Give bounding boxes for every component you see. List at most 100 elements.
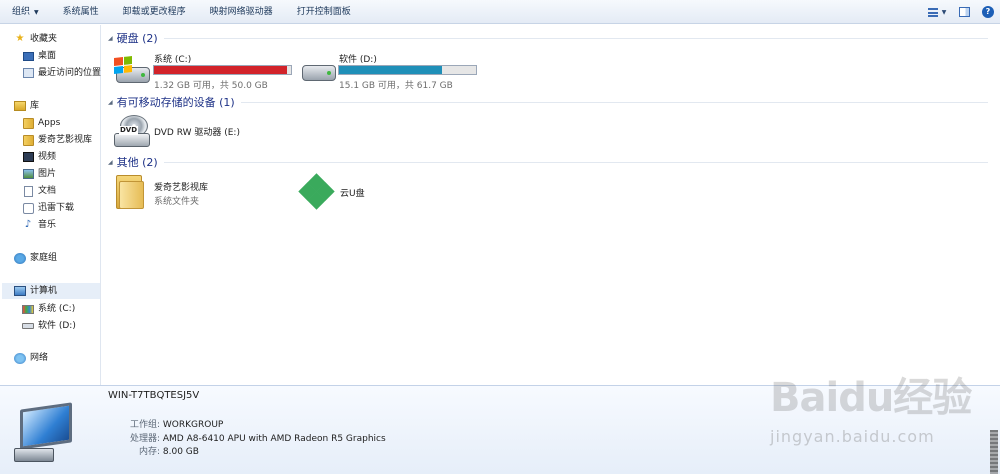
- resize-grip[interactable]: [990, 430, 998, 474]
- sidebar-item-label: 迅雷下载: [38, 203, 75, 213]
- sidebar-item-label: 爱奇艺影视库: [38, 135, 93, 145]
- sidebar-item-drive-d[interactable]: 软件 (D:): [22, 318, 76, 334]
- detail-value: WORKGROUP: [162, 420, 224, 430]
- drive-free-space: 1.32 GB 可用，共 50.0 GB: [154, 81, 268, 91]
- collapse-triangle-icon: ◢: [108, 158, 113, 166]
- dvd-drive-item[interactable]: DVD DVD RW 驱动器 (E:): [114, 115, 294, 151]
- command-bar: 组织 ▼ 系统属性 卸载或更改程序 映射网络驱动器 打开控制面板 ▼ ?: [0, 0, 1000, 24]
- system-properties-button[interactable]: 系统属性: [51, 0, 111, 24]
- recent-places-icon: [22, 67, 34, 79]
- help-button[interactable]: ?: [976, 0, 1000, 24]
- toolbar-right-group: ▼ ?: [922, 0, 1000, 24]
- sidebar-item-documents[interactable]: 文档: [22, 183, 56, 199]
- drive-name: 系统 (C:): [154, 55, 192, 65]
- content-area: ◢ 硬盘 (2) 系统 (C:) 1.32 GB 可用，共 50.0 GB 软件…: [102, 25, 1000, 385]
- detail-key: 处理器:: [129, 434, 160, 444]
- sidebar-network[interactable]: 网络: [14, 350, 48, 366]
- device-name: DVD RW 驱动器 (E:): [154, 128, 240, 138]
- folder-icon: [116, 175, 144, 209]
- sidebar-item-label: 收藏夹: [30, 34, 58, 44]
- detail-row-processor: 处理器: AMD A8-6410 APU with AMD Radeon R5 …: [108, 431, 386, 444]
- collapse-triangle-icon: ◢: [108, 98, 113, 106]
- collapse-triangle-icon: ◢: [108, 34, 113, 42]
- sidebar-item-apps[interactable]: Apps: [22, 115, 60, 131]
- detail-key: 工作组:: [129, 420, 160, 430]
- sidebar-item-label: 库: [30, 101, 40, 111]
- sidebar-item-label: 视频: [38, 152, 57, 162]
- sidebar-item-videos[interactable]: 视频: [22, 149, 56, 165]
- yun-udisk-item[interactable]: 云U盘: [298, 173, 420, 211]
- details-pane: WIN-T7TBQTESJ5V 工作组: WORKGROUP 处理器: AMD …: [0, 385, 1000, 474]
- detail-row-memory: 内存: 8.00 GB: [108, 444, 199, 457]
- drive-usage-fill: [154, 66, 288, 74]
- group-title: 有可移动存储的设备 (1): [116, 96, 235, 109]
- document-icon: [22, 185, 34, 197]
- sidebar-computer[interactable]: 计算机: [2, 283, 100, 299]
- view-options-icon: [927, 7, 938, 17]
- navigation-pane: ★ 收藏夹 桌面 最近访问的位置 库 Apps 爱奇艺影视库 视频 图片 文档 迅…: [0, 25, 101, 385]
- folder-icon: [22, 134, 34, 146]
- sidebar-item-label: 桌面: [38, 51, 57, 61]
- uninstall-program-button[interactable]: 卸载或更改程序: [111, 0, 198, 24]
- item-name: 云U盘: [340, 189, 365, 199]
- group-header-removable-storage[interactable]: ◢ 有可移动存储的设备 (1): [108, 95, 988, 109]
- detail-row-workgroup: 工作组: WORKGROUP: [108, 417, 223, 430]
- group-title: 其他 (2): [116, 156, 158, 169]
- windows-logo-icon: [114, 56, 132, 74]
- sidebar-item-drive-c[interactable]: 系统 (C:): [22, 301, 75, 317]
- sidebar-item-label: 网络: [30, 353, 49, 363]
- sidebar-item-label: 文档: [38, 186, 57, 196]
- group-header-other[interactable]: ◢ 其他 (2): [108, 155, 988, 169]
- homegroup-icon: [14, 252, 26, 264]
- organize-label: 组织: [12, 6, 31, 17]
- sidebar-item-recent-places[interactable]: 最近访问的位置: [22, 65, 101, 81]
- system-drive-icon: [22, 303, 34, 315]
- sidebar-item-label: 系统 (C:): [38, 304, 76, 314]
- group-divider: [240, 101, 988, 103]
- drive-usage-bar: [338, 65, 477, 75]
- sidebar-item-label: 图片: [38, 169, 57, 179]
- hard-drive-icon: [302, 65, 336, 81]
- computer-monitor-icon: [14, 402, 74, 464]
- sidebar-item-thunder-downloads[interactable]: 迅雷下载: [22, 200, 74, 216]
- sidebar-homegroup[interactable]: 家庭组: [14, 250, 57, 266]
- preview-pane-icon: [958, 7, 970, 17]
- sidebar-item-label: Apps: [38, 118, 61, 128]
- detail-key: 内存:: [138, 447, 160, 457]
- organize-menu[interactable]: 组织 ▼: [0, 0, 51, 24]
- drive-name: 软件 (D:): [339, 55, 377, 65]
- sidebar-favorites[interactable]: ★ 收藏夹: [14, 31, 58, 47]
- sidebar-item-desktop[interactable]: 桌面: [22, 48, 56, 64]
- sidebar-item-music[interactable]: ♪ 音乐: [22, 217, 56, 233]
- music-icon: ♪: [24, 219, 32, 230]
- sidebar-item-label: 软件 (D:): [38, 321, 76, 331]
- view-options-button[interactable]: ▼: [922, 0, 952, 24]
- library-icon: [14, 100, 26, 112]
- preview-pane-button[interactable]: [952, 0, 976, 24]
- chevron-down-icon: ▼: [34, 8, 39, 16]
- group-divider: [163, 161, 988, 163]
- drive-usage-bar: [153, 65, 292, 75]
- folder-icon: [22, 117, 34, 129]
- iqiyi-library-item[interactable]: 爱奇艺影视库 系统文件夹: [116, 175, 286, 211]
- dvd-icon-label: DVD: [119, 126, 139, 135]
- chevron-down-icon: ▼: [941, 8, 947, 16]
- map-network-drive-button[interactable]: 映射网络驱动器: [198, 0, 285, 24]
- drive-free-space: 15.1 GB 可用，共 61.7 GB: [339, 81, 453, 91]
- sidebar-item-label: 音乐: [38, 220, 57, 230]
- drive-item-d[interactable]: 软件 (D:) 15.1 GB 可用，共 61.7 GB: [298, 55, 480, 91]
- group-title: 硬盘 (2): [116, 32, 158, 45]
- drive-item-c[interactable]: 系统 (C:) 1.32 GB 可用，共 50.0 GB: [112, 55, 294, 91]
- drive-icon: [22, 320, 34, 332]
- help-icon: ?: [982, 6, 994, 18]
- sidebar-item-iqiyi[interactable]: 爱奇艺影视库: [22, 132, 92, 148]
- desktop-icon: [22, 50, 34, 62]
- item-name: 爱奇艺影视库: [154, 183, 209, 193]
- sidebar-libraries[interactable]: 库: [14, 98, 39, 114]
- sidebar-item-pictures[interactable]: 图片: [22, 166, 56, 182]
- star-icon: ★: [15, 33, 25, 44]
- detail-value: AMD A8-6410 APU with AMD Radeon R5 Graph…: [162, 434, 386, 444]
- yun-udisk-icon: [298, 173, 335, 210]
- open-control-panel-button[interactable]: 打开控制面板: [285, 0, 363, 24]
- group-header-hard-disks[interactable]: ◢ 硬盘 (2): [108, 31, 988, 45]
